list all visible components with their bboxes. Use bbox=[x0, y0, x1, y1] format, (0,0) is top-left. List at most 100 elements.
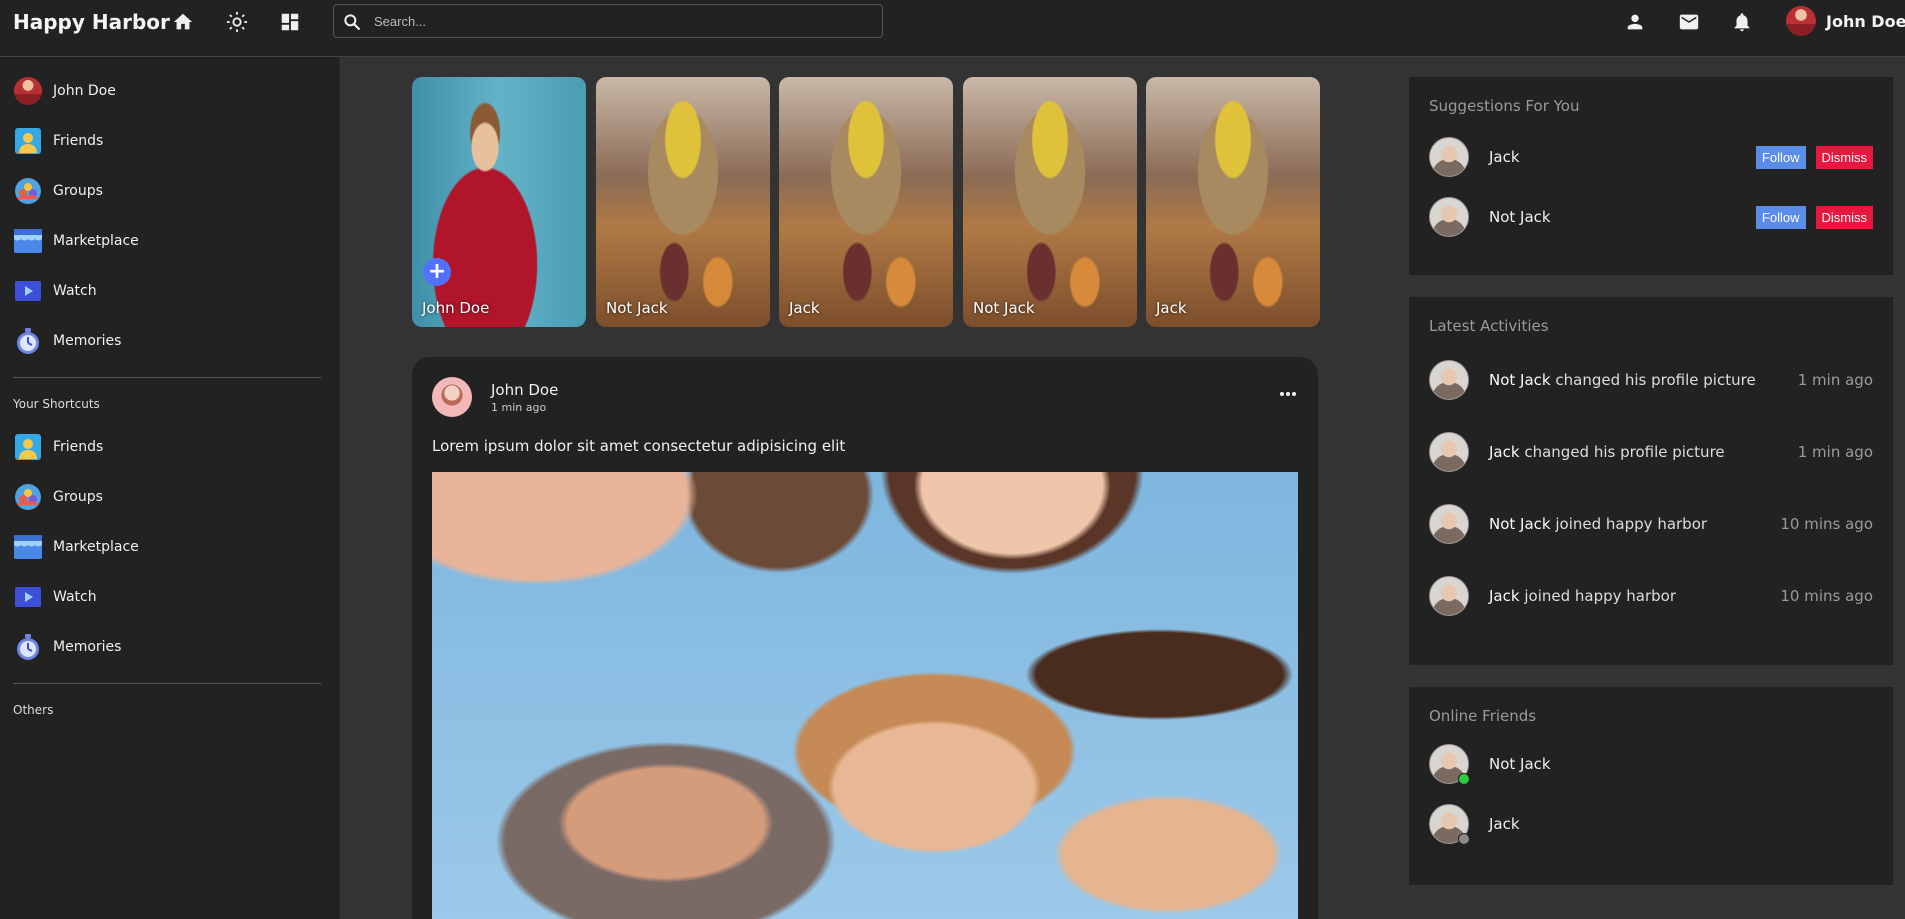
nav-user-profile[interactable]: John Doe bbox=[1786, 6, 1905, 36]
watch-icon bbox=[13, 276, 43, 306]
dismiss-button[interactable]: Dismiss bbox=[1815, 145, 1873, 169]
sidebar-item-memories[interactable]: Memories bbox=[13, 324, 121, 358]
story-name: Not Jack bbox=[973, 299, 1035, 317]
sidebar-item-groups[interactable]: Groups bbox=[13, 174, 103, 208]
watch-icon bbox=[13, 582, 43, 612]
story-name: Jack bbox=[1156, 299, 1187, 317]
activity-time: 1 min ago bbox=[1797, 443, 1873, 461]
search-icon bbox=[344, 14, 361, 31]
suggestion-name[interactable]: Jack bbox=[1489, 148, 1520, 166]
home-icon[interactable] bbox=[171, 10, 195, 34]
friend-name[interactable]: Not Jack bbox=[1489, 755, 1551, 773]
left-sidebar: John Doe Friends Groups Marketplace Watc… bbox=[0, 57, 341, 919]
person-icon[interactable] bbox=[1623, 10, 1647, 34]
friend-avatar[interactable] bbox=[1429, 804, 1470, 845]
follow-button[interactable]: Follow bbox=[1755, 145, 1806, 169]
post-text: Lorem ipsum dolor sit amet consectetur a… bbox=[432, 437, 846, 455]
activity-avatar[interactable] bbox=[1429, 360, 1469, 400]
bell-icon[interactable] bbox=[1730, 10, 1754, 34]
panel-title: Online Friends bbox=[1429, 707, 1537, 725]
shortcut-item-friends[interactable]: Friends bbox=[13, 430, 103, 464]
sidebar-divider bbox=[13, 683, 321, 684]
sidebar-item-label: Friends bbox=[53, 133, 104, 149]
activity-action: joined happy harbor bbox=[1555, 515, 1708, 533]
story-card-own[interactable]: + John Doe bbox=[412, 77, 586, 327]
shortcut-item-watch[interactable]: Watch bbox=[13, 580, 97, 614]
theme-toggle-icon[interactable] bbox=[225, 10, 249, 34]
shortcut-item-marketplace[interactable]: Marketplace bbox=[13, 530, 139, 564]
dismiss-button[interactable]: Dismiss bbox=[1815, 205, 1873, 229]
activity-time: 1 min ago bbox=[1797, 371, 1873, 389]
online-friend-row[interactable]: Jack bbox=[1429, 804, 1873, 845]
friends-icon bbox=[13, 126, 43, 156]
sidebar-item-profile[interactable]: John Doe bbox=[13, 74, 116, 108]
friend-name[interactable]: Jack bbox=[1489, 815, 1520, 833]
groups-icon bbox=[13, 176, 43, 206]
story-card[interactable]: Not Jack bbox=[596, 77, 770, 327]
nav-user-name: John Doe bbox=[1826, 11, 1905, 31]
search-input[interactable] bbox=[374, 11, 874, 31]
activity-avatar[interactable] bbox=[1429, 576, 1469, 616]
post-author[interactable]: John Doe bbox=[491, 381, 558, 399]
sidebar-item-marketplace[interactable]: Marketplace bbox=[13, 224, 139, 258]
suggestion-row: Not Jack Follow Dismiss bbox=[1429, 197, 1873, 237]
shortcut-item-groups[interactable]: Groups bbox=[13, 480, 103, 514]
online-status-dot bbox=[1458, 773, 1470, 785]
user-avatar bbox=[1786, 6, 1816, 36]
activity-avatar[interactable] bbox=[1429, 504, 1469, 544]
sidebar-item-label: Watch bbox=[53, 283, 97, 299]
sidebar-item-watch[interactable]: Watch bbox=[13, 274, 97, 308]
story-card[interactable]: Jack bbox=[779, 77, 953, 327]
story-name: Jack bbox=[789, 299, 820, 317]
sidebar-item-label: John Doe bbox=[53, 83, 116, 99]
activity-user[interactable]: Jack bbox=[1489, 443, 1520, 461]
sidebar-item-friends[interactable]: Friends bbox=[13, 124, 103, 158]
online-friend-row[interactable]: Not Jack bbox=[1429, 744, 1873, 785]
sidebar-item-label: Memories bbox=[53, 333, 122, 349]
marketplace-icon bbox=[13, 226, 43, 256]
story-card[interactable]: Not Jack bbox=[963, 77, 1137, 327]
suggestion-avatar[interactable] bbox=[1429, 137, 1469, 177]
activity-user[interactable]: Not Jack bbox=[1489, 515, 1551, 533]
activity-avatar[interactable] bbox=[1429, 432, 1469, 472]
suggestion-row: Jack Follow Dismiss bbox=[1429, 137, 1873, 177]
activity-action: joined happy harbor bbox=[1524, 587, 1676, 605]
activity-row: Not Jack joined happy harbor 10 mins ago bbox=[1429, 504, 1873, 544]
activity-user[interactable]: Jack bbox=[1489, 587, 1520, 605]
groups-icon bbox=[13, 482, 43, 512]
suggestion-avatar[interactable] bbox=[1429, 197, 1469, 237]
app-logo[interactable]: Happy Harbor bbox=[13, 10, 170, 34]
post-card: John Doe 1 min ago Lorem ipsum dolor sit… bbox=[412, 357, 1318, 919]
sidebar-divider bbox=[13, 377, 321, 378]
add-story-button[interactable]: + bbox=[423, 258, 451, 286]
mail-icon[interactable] bbox=[1677, 10, 1701, 34]
top-navbar: Happy Harbor John Doe bbox=[0, 0, 1905, 57]
story-card[interactable]: Jack bbox=[1146, 77, 1320, 327]
panel-title: Latest Activities bbox=[1429, 317, 1549, 335]
post-header: John Doe 1 min ago bbox=[432, 377, 558, 417]
grid-icon[interactable] bbox=[278, 10, 302, 34]
follow-button[interactable]: Follow bbox=[1755, 205, 1806, 229]
post-image[interactable] bbox=[432, 472, 1298, 919]
sidebar-item-label: Groups bbox=[53, 489, 103, 505]
story-name: Not Jack bbox=[606, 299, 668, 317]
more-options-icon[interactable] bbox=[1278, 384, 1298, 404]
search-bar bbox=[333, 4, 883, 38]
friend-avatar[interactable] bbox=[1429, 744, 1470, 785]
activity-row: Not Jack changed his profile picture 1 m… bbox=[1429, 360, 1873, 400]
memories-icon bbox=[13, 632, 43, 662]
activity-text: Jack joined happy harbor bbox=[1489, 587, 1676, 605]
activity-action: changed his profile picture bbox=[1524, 443, 1725, 461]
post-author-avatar[interactable] bbox=[432, 377, 472, 417]
shortcut-item-memories[interactable]: Memories bbox=[13, 630, 121, 664]
memories-icon bbox=[13, 326, 43, 356]
story-name: John Doe bbox=[422, 299, 490, 317]
sidebar-section-title: Others bbox=[13, 703, 54, 717]
sidebar-section-title: Your Shortcuts bbox=[13, 397, 100, 411]
suggestion-name[interactable]: Not Jack bbox=[1489, 208, 1551, 226]
activity-text: Jack changed his profile picture bbox=[1489, 443, 1725, 461]
activity-text: Not Jack joined happy harbor bbox=[1489, 515, 1707, 533]
activity-time: 10 mins ago bbox=[1780, 515, 1873, 533]
activity-row: Jack joined happy harbor 10 mins ago bbox=[1429, 576, 1873, 616]
activity-user[interactable]: Not Jack bbox=[1489, 371, 1551, 389]
